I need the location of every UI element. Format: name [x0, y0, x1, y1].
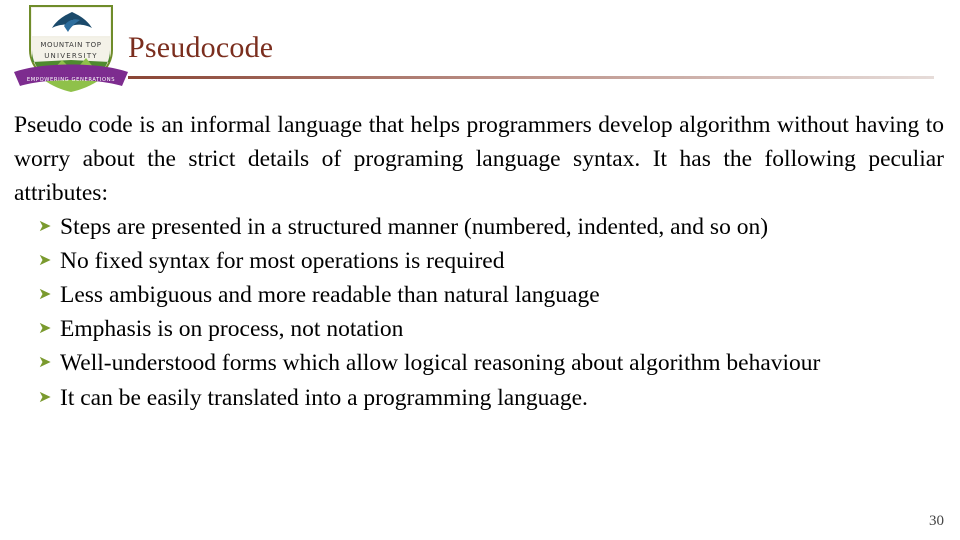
attributes-list: ➤ Steps are presented in a structured ma… — [14, 210, 944, 414]
list-item-label: Less ambiguous and more readable than na… — [60, 282, 600, 309]
svg-text:UNIVERSITY: UNIVERSITY — [44, 52, 98, 60]
list-item: ➤ It can be easily translated into a pro… — [14, 381, 944, 415]
list-item-label: No fixed syntax for most operations is r… — [60, 248, 505, 275]
list-item: ➤ Steps are presented in a structured ma… — [14, 210, 944, 244]
slide-body: Pseudo code is an informal language that… — [14, 108, 944, 415]
list-item-label: Emphasis is on process, not notation — [60, 316, 404, 343]
list-item: ➤ Less ambiguous and more readable than … — [14, 278, 944, 312]
list-item-label: Steps are presented in a structured mann… — [60, 214, 769, 241]
list-item-label: Well-understood forms which allow logica… — [60, 350, 821, 377]
page-title: Pseudocode — [128, 31, 274, 64]
svg-text:MOUNTAIN TOP: MOUNTAIN TOP — [40, 41, 101, 49]
list-item: ➤ Emphasis is on process, not notation — [14, 312, 944, 346]
title-underline-rule — [128, 76, 934, 79]
slide: MOUNTAIN TOP UNIVERSITY EMPOWERING GENER… — [0, 0, 960, 540]
page-number: 30 — [929, 513, 944, 529]
arrow-bullet-icon: ➤ — [38, 284, 52, 304]
slide-title-block: Pseudocode — [128, 31, 938, 79]
arrow-bullet-icon: ➤ — [38, 386, 52, 406]
arrow-bullet-icon: ➤ — [38, 216, 52, 236]
svg-text:EMPOWERING GENERATIONS: EMPOWERING GENERATIONS — [27, 77, 115, 83]
intro-paragraph: Pseudo code is an informal language that… — [14, 112, 944, 207]
list-item: ➤ Well-understood forms which allow logi… — [14, 346, 944, 380]
arrow-bullet-icon: ➤ — [38, 250, 52, 270]
list-item-label: It can be easily translated into a progr… — [60, 384, 588, 411]
list-item: ➤ No fixed syntax for most operations is… — [14, 244, 944, 278]
arrow-bullet-icon: ➤ — [38, 352, 52, 372]
arrow-bullet-icon: ➤ — [38, 318, 52, 338]
mountain-top-university-logo: MOUNTAIN TOP UNIVERSITY EMPOWERING GENER… — [12, 2, 130, 94]
